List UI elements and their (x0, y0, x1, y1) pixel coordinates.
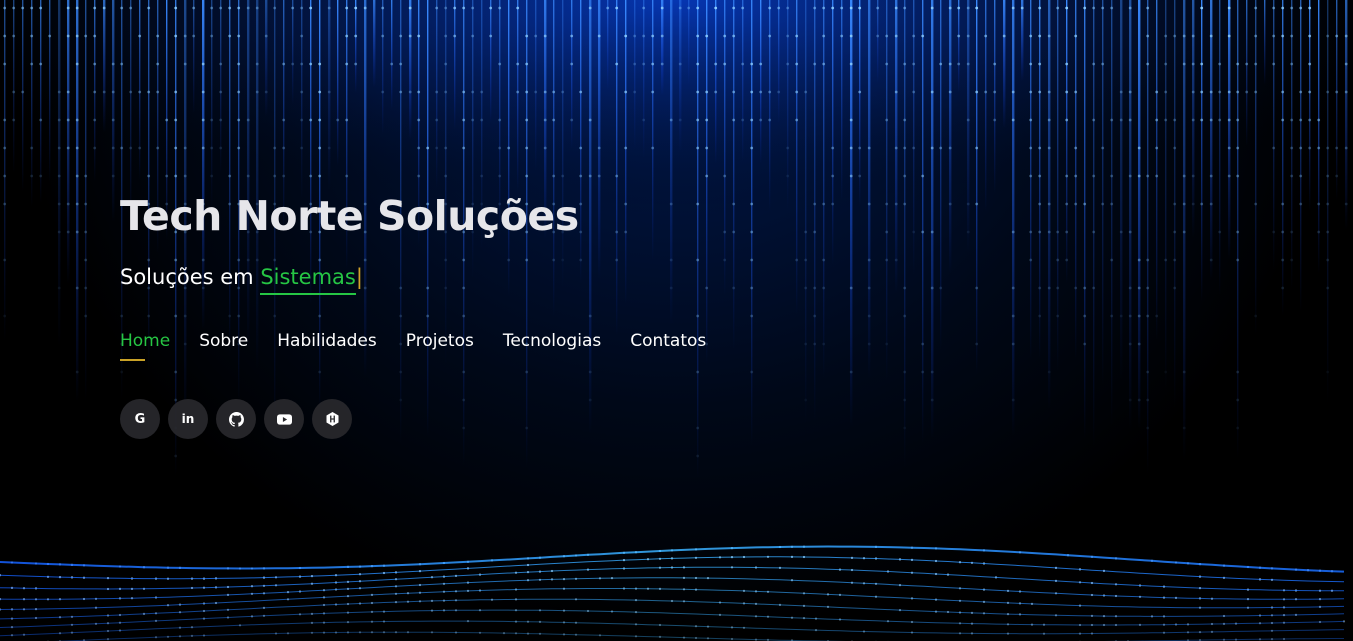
hero-section: Tech Norte Soluções Soluções em Sistemas… (0, 0, 1353, 641)
github-icon[interactable] (216, 399, 256, 439)
subtitle: Soluções em Sistemas| (120, 265, 363, 295)
nav-home[interactable]: Home (120, 331, 170, 363)
subtitle-typed-word: Sistemas (260, 265, 356, 295)
social-links: G in (120, 399, 352, 439)
linkedin-icon[interactable]: in (168, 399, 208, 439)
subtitle-prefix: Soluções em (120, 265, 261, 289)
digital-wave (0, 545, 1346, 641)
matrix-background (0, 0, 1353, 641)
nav-habilidades[interactable]: Habilidades (277, 331, 376, 363)
nav-sobre[interactable]: Sobre (199, 331, 248, 363)
typing-cursor: | (355, 265, 363, 289)
nav-tecnologias[interactable]: Tecnologias (503, 331, 601, 363)
google-icon[interactable]: G (120, 399, 160, 439)
page-title: Tech Norte Soluções (120, 192, 579, 240)
hackerrank-icon[interactable] (312, 399, 352, 439)
main-nav: Home Sobre Habilidades Projetos Tecnolog… (120, 331, 735, 363)
nav-contatos[interactable]: Contatos (630, 331, 706, 363)
youtube-icon[interactable] (264, 399, 304, 439)
nav-projetos[interactable]: Projetos (406, 331, 474, 363)
